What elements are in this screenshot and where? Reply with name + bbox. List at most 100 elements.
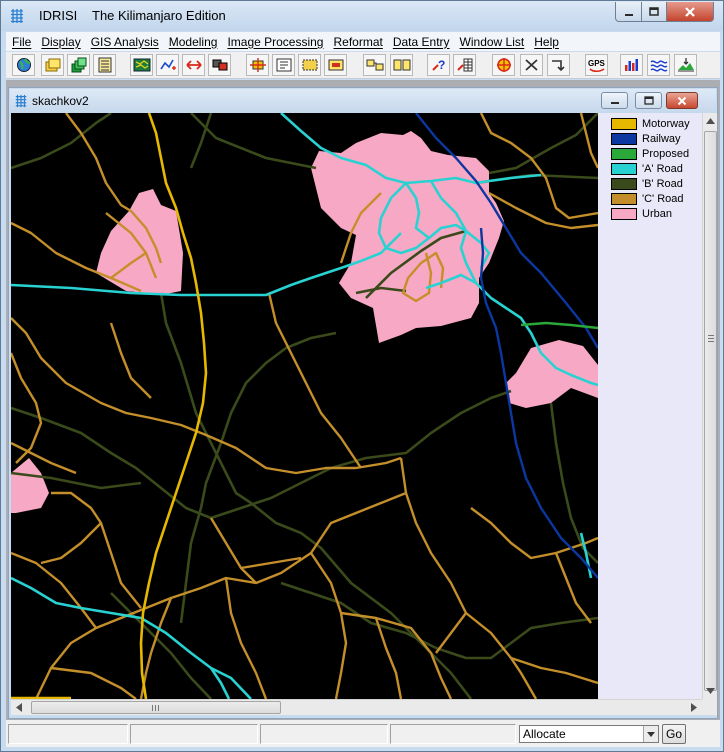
menu-help[interactable]: Help	[529, 35, 564, 49]
command-select[interactable]: Allocate	[519, 725, 659, 743]
legend-swatch	[611, 192, 637, 205]
chevron-down-icon	[647, 731, 655, 737]
vertical-scroll-thumb[interactable]	[704, 131, 717, 691]
surface-button[interactable]	[647, 54, 670, 76]
grip-line	[152, 705, 153, 711]
legend-label: 'B' Road	[642, 177, 683, 190]
close-icon	[685, 6, 695, 17]
chevron-down-icon	[706, 688, 715, 694]
histogram-button[interactable]	[620, 54, 643, 76]
status-bar: Allocate Go	[6, 720, 720, 747]
status-pane	[390, 724, 516, 744]
scroll-right-button[interactable]	[686, 700, 702, 715]
size-grip[interactable]	[702, 699, 717, 715]
legend-swatch	[611, 132, 637, 145]
grip-line	[158, 705, 159, 711]
query-button[interactable]: ?	[427, 54, 450, 76]
close-button[interactable]	[666, 2, 714, 22]
legend-label: 'A' Road	[642, 162, 683, 175]
menu-data-entry[interactable]: Data Entry	[388, 35, 455, 49]
road-network-map	[11, 113, 598, 699]
menu-modeling[interactable]: Modeling	[164, 35, 223, 49]
add-layer-button[interactable]	[156, 54, 179, 76]
map-window-maximize-button[interactable]	[635, 92, 662, 109]
status-pane	[8, 724, 128, 744]
select-button[interactable]	[298, 54, 321, 76]
map-window-close-button[interactable]	[666, 92, 698, 109]
grip-line	[155, 705, 156, 711]
layer-properties-button[interactable]	[93, 54, 116, 76]
minimize-button[interactable]	[615, 2, 642, 22]
swap-arrows-icon	[185, 60, 202, 70]
legend-swatch	[611, 147, 637, 160]
group-button[interactable]	[208, 54, 231, 76]
menu-gis-analysis[interactable]: GIS Analysis	[86, 35, 164, 49]
tools-icon	[524, 59, 538, 71]
menu-file[interactable]: File	[6, 35, 36, 49]
legend-swatch	[611, 162, 637, 175]
histogram-icon	[624, 59, 638, 71]
swap-button[interactable]	[182, 54, 205, 76]
query-table-icon	[456, 58, 472, 72]
report-button[interactable]	[272, 54, 295, 76]
marquee-icon	[302, 59, 317, 71]
menu-window-list[interactable]: Window List	[455, 35, 530, 49]
legend-item-proposed: Proposed	[611, 146, 689, 161]
composer-button[interactable]	[67, 54, 90, 76]
horizontal-scrollbar[interactable]	[11, 699, 702, 715]
map-window-minimize-button[interactable]	[601, 92, 628, 109]
legend-item-b-road: 'B' Road	[611, 176, 683, 191]
close-icon	[677, 96, 687, 105]
command-select-dropdown[interactable]	[643, 726, 658, 742]
globe-icon	[16, 58, 31, 72]
map-canvas[interactable]	[11, 113, 598, 699]
scroll-down-button[interactable]	[703, 683, 718, 699]
move-icon	[249, 58, 266, 72]
app-name: IDRISI	[39, 8, 78, 23]
legend-label: Motorway	[642, 117, 690, 130]
digitize-button[interactable]	[324, 54, 347, 76]
status-pane	[130, 724, 258, 744]
svg-text:?: ?	[438, 58, 445, 72]
horizontal-scroll-thumb[interactable]	[31, 701, 281, 714]
grip-line	[708, 335, 714, 336]
move-button[interactable]	[246, 54, 269, 76]
layers-icon	[71, 57, 86, 73]
report-icon	[276, 58, 291, 72]
scroll-up-button[interactable]	[703, 113, 718, 129]
map-window-button[interactable]	[130, 54, 153, 76]
display-launcher-button[interactable]	[12, 54, 35, 76]
elevation-icon	[677, 58, 694, 72]
maximize-button[interactable]	[641, 2, 667, 22]
query-table-button[interactable]	[453, 54, 476, 76]
gps-button[interactable]: GPS	[585, 54, 608, 76]
menu-bar: File Display GIS Analysis Modeling Image…	[6, 32, 720, 51]
menu-reformat[interactable]: Reformat	[328, 35, 387, 49]
vertical-scrollbar[interactable]	[702, 113, 717, 699]
chevron-left-icon	[16, 703, 22, 712]
split-button[interactable]	[390, 54, 413, 76]
legend-panel: Motorway Railway Proposed 'A' Road 'B' R…	[598, 113, 702, 699]
target-button[interactable]	[492, 54, 515, 76]
map-window-title: skachkov2	[32, 94, 89, 108]
scroll-left-button[interactable]	[11, 700, 27, 715]
digitize-icon	[328, 59, 343, 71]
go-button[interactable]: Go	[662, 724, 686, 744]
query-icon: ?	[431, 58, 445, 72]
arrange-button[interactable]	[363, 54, 386, 76]
title-bar: IDRISI The Kilimanjaro Edition	[1, 1, 723, 31]
urban-areas	[11, 131, 598, 513]
idrisi-logo-icon	[11, 9, 23, 23]
open-file-button[interactable]	[41, 54, 64, 76]
legend-swatch	[611, 177, 637, 190]
arrow-button[interactable]	[547, 54, 570, 76]
map-window-title-bar[interactable]: skachkov2	[10, 89, 716, 113]
tools-button[interactable]	[520, 54, 543, 76]
menu-image-processing[interactable]: Image Processing	[222, 35, 328, 49]
menu-display[interactable]: Display	[36, 35, 85, 49]
grip-line	[708, 338, 714, 339]
svg-text:GPS: GPS	[588, 59, 606, 68]
elevation-button[interactable]	[674, 54, 697, 76]
legend-item-railway: Railway	[611, 131, 681, 146]
app-edition: The Kilimanjaro Edition	[92, 8, 226, 23]
